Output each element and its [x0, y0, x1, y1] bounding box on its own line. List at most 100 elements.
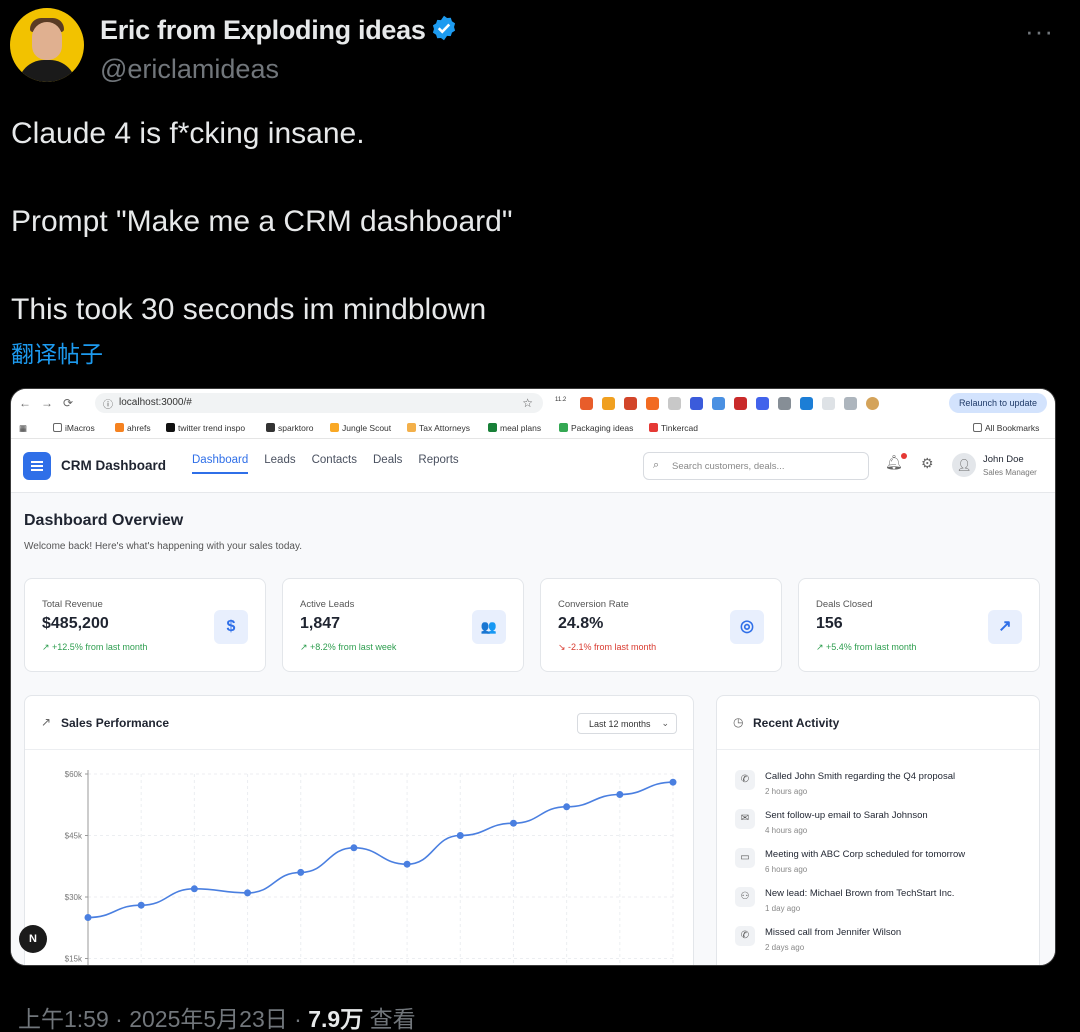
extension-icon[interactable]	[712, 397, 725, 410]
bookmark-label: sparktoro	[278, 423, 314, 433]
sales-data-point	[137, 901, 145, 909]
stat-change: ↘ -2.1% from last month	[558, 642, 657, 652]
bookmark-label: Jungle Scout	[342, 423, 392, 433]
page-title: Dashboard Overview	[24, 512, 184, 529]
view-count: 7.9万	[308, 1006, 364, 1032]
extension-icon[interactable]	[778, 397, 791, 410]
bookmark-label: All Bookmarks	[985, 423, 1040, 433]
bookmark-ahrefs[interactable]: ahrefs	[115, 423, 151, 433]
stat-value: $485,200	[42, 615, 109, 632]
stat-card-total-revenue[interactable]: Total Revenue $485,200 ↗ +12.5% from las…	[24, 578, 266, 672]
user-plus-icon: ⚇	[735, 887, 755, 907]
stat-card-conversion-rate[interactable]: Conversion Rate 24.8% ↘ -2.1% from last …	[540, 578, 782, 672]
puzzle-icon[interactable]	[822, 397, 835, 410]
meta-separator: ·	[115, 1006, 123, 1032]
more-options-icon[interactable]: ···	[1025, 16, 1054, 47]
y-tick-label: $30k	[65, 893, 83, 902]
bookmark-tax-attorneys[interactable]: Tax Attorneys	[407, 423, 470, 433]
bookmark-twitter-trend[interactable]: twitter trend inspo	[166, 423, 245, 433]
activity-text: Sent follow-up email to Sarah Johnson	[765, 810, 928, 821]
bookmark-label: Tinkercad	[661, 423, 699, 433]
extension-icon[interactable]	[580, 397, 593, 410]
bookmark-packaging-ideas[interactable]: Packaging ideas	[559, 423, 633, 433]
trending-up-icon: ↗	[988, 610, 1022, 644]
extension-icon[interactable]	[734, 397, 747, 410]
users-icon: 👥	[472, 610, 506, 644]
stat-card-active-leads[interactable]: Active Leads 1,847 ↗ +8.2% from last wee…	[282, 578, 524, 672]
activity-text: Missed call from Jennifer Wilson	[765, 927, 902, 938]
url-text: localhost:3000/#	[119, 397, 192, 408]
all-bookmarks-folder[interactable]: All Bookmarks	[973, 423, 1039, 433]
address-bar[interactable]: ⓘ localhost:3000/# ☆	[95, 393, 543, 413]
author-name[interactable]: Eric from Exploding ideas	[100, 14, 458, 46]
range-select[interactable]: Last 12 months ⌄	[577, 713, 677, 734]
menu-icon[interactable]	[23, 452, 51, 480]
stat-card-deals-closed[interactable]: Deals Closed 156 ↗ +5.4% from last month…	[798, 578, 1040, 672]
notification-bell-icon[interactable]: 🔔︎	[885, 453, 907, 471]
tab-contacts[interactable]: Contacts	[312, 454, 357, 474]
extension-icon[interactable]	[624, 397, 637, 410]
crm-app: CRM Dashboard Dashboard Leads Contacts D…	[11, 439, 1055, 965]
site-info-icon[interactable]: ⓘ	[103, 396, 113, 411]
gear-icon[interactable]: ⚙	[921, 455, 934, 472]
bookmark-label: Tax Attorneys	[419, 423, 471, 433]
extension-icon[interactable]	[602, 397, 615, 410]
activity-time: 2 days ago	[765, 943, 805, 952]
profile-icon[interactable]	[866, 397, 879, 410]
user-role: Sales Manager	[983, 468, 1037, 477]
bookmark-imacros[interactable]: iMacros	[53, 423, 95, 433]
extension-icon[interactable]	[646, 397, 659, 410]
tweet-time[interactable]: 上午1:59	[18, 1006, 109, 1032]
sales-data-point	[350, 844, 358, 852]
extension-icon[interactable]	[800, 397, 813, 410]
trending-up-icon: ↗	[41, 715, 52, 729]
extension-badge[interactable]: 11.2	[555, 397, 571, 410]
tweet-line-gap	[11, 156, 1011, 200]
search-placeholder: Search customers, deals...	[672, 461, 785, 472]
sales-data-point	[297, 868, 305, 876]
activity-time: 6 hours ago	[765, 865, 808, 874]
sales-data-point	[190, 885, 198, 893]
bookmark-jungle-scout[interactable]: Jungle Scout	[330, 423, 391, 433]
bookmark-meal-plans[interactable]: meal plans	[488, 423, 541, 433]
stat-value: 156	[816, 615, 843, 632]
activity-text: Meeting with ABC Corp scheduled for tomo…	[765, 849, 966, 860]
panel-title: Sales Performance	[61, 716, 170, 730]
bookmarks-bar: ▦ iMacros ahrefs twitter trend inspo spa…	[11, 417, 1055, 439]
browser-nav-icons[interactable]: ←→⟳	[19, 396, 83, 410]
nextjs-dev-badge[interactable]: N	[19, 925, 47, 953]
stat-change: ↗ +8.2% from last week	[300, 642, 397, 652]
activity-time: 1 day ago	[765, 904, 801, 913]
tab-dashboard[interactable]: Dashboard	[192, 454, 249, 474]
user-avatar[interactable]: 👤︎	[952, 453, 976, 477]
extension-icon[interactable]	[668, 397, 681, 410]
relaunch-button[interactable]: Relaunch to update	[948, 393, 1047, 413]
tweet-line-1: Claude 4 is f*cking insane.	[11, 117, 365, 150]
bookmark-label: iMacros	[65, 423, 95, 433]
verified-badge-icon	[432, 15, 455, 41]
author-handle[interactable]: @ericlamideas	[100, 54, 279, 85]
tweet-media-screenshot[interactable]: ←→⟳ ⓘ localhost:3000/# ☆ 11.2 Relaunch t…	[10, 388, 1056, 966]
bookmark-tinkercad[interactable]: Tinkercad	[649, 423, 698, 433]
tab-reports[interactable]: Reports	[418, 454, 458, 474]
tab-leads[interactable]: Leads	[264, 454, 295, 474]
avatar-face	[32, 22, 62, 60]
extension-icon[interactable]	[844, 397, 857, 410]
extension-icon[interactable]	[756, 397, 769, 410]
main-nav: Dashboard Leads Contacts Deals Reports	[192, 454, 459, 474]
apps-grid-icon[interactable]: ▦	[19, 423, 27, 434]
tab-deals[interactable]: Deals	[373, 454, 402, 474]
search-input[interactable]: ⌕ Search customers, deals...	[643, 452, 869, 480]
bookmark-label: Packaging ideas	[571, 423, 634, 433]
bookmark-star-icon[interactable]: ☆	[522, 396, 533, 410]
target-icon: ◎	[730, 610, 764, 644]
author-name-text[interactable]: Eric from Exploding ideas	[100, 15, 426, 45]
tweet-date[interactable]: 2025年5月23日	[129, 1006, 288, 1032]
user-name[interactable]: John Doe	[983, 454, 1024, 465]
avatar[interactable]	[10, 8, 84, 82]
range-select-value: Last 12 months	[589, 719, 651, 729]
bookmark-sparktoro[interactable]: sparktoro	[266, 423, 313, 433]
activity-text: New lead: Michael Brown from TechStart I…	[765, 888, 955, 899]
translate-post-link[interactable]: 翻译帖子	[11, 335, 103, 369]
extension-icon[interactable]	[690, 397, 703, 410]
